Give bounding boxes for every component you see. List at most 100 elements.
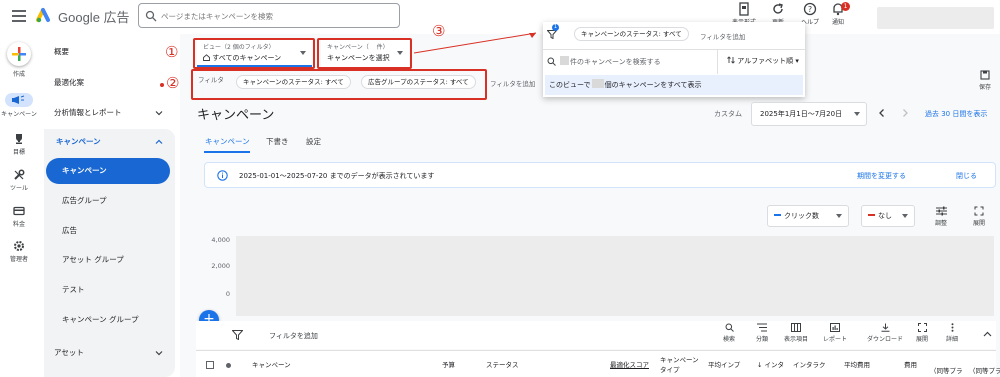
tool-label: 表示項目 [783, 336, 808, 343]
change-period-link[interactable]: 期間を変更する [857, 171, 906, 181]
add-filter-link[interactable]: フィルタを追加 [490, 78, 535, 88]
rail-goals[interactable]: 目標 [0, 133, 38, 156]
table-download-button[interactable]: ダウンロード [864, 323, 906, 343]
col-cost[interactable]: 費用 [904, 359, 917, 369]
date-range-select[interactable]: 2025年1月1日〜7月20日 [751, 102, 867, 126]
col-comparable-1[interactable]: （同等プラ [930, 365, 963, 375]
nav-insights[interactable]: 分析情報とレポート [40, 101, 175, 125]
sort-select[interactable]: アルファベット順 ▾ [727, 56, 799, 66]
tool-label: 展開 [915, 336, 928, 343]
nav-sub-asset-groups[interactable]: アセット グループ [46, 247, 170, 273]
rail-tools-label: ツール [9, 185, 28, 192]
past-30-days-link[interactable]: 過去 30 日間を表示 [925, 109, 987, 119]
nav-assets[interactable]: アセット [40, 341, 175, 365]
refresh-icon [773, 3, 783, 14]
chevron-down-icon [155, 351, 163, 356]
metric-select-primary[interactable]: クリック数 [767, 205, 849, 227]
metric2-caret-icon [902, 214, 908, 218]
filter-icon[interactable] [232, 330, 243, 340]
show-all-campaigns-option[interactable]: このビューで 個のキャンペーンをすべて表示 [545, 75, 803, 95]
rail-admin[interactable]: 管理者 [0, 240, 38, 263]
col-budget[interactable]: 予算 [442, 359, 455, 369]
col-opt-score[interactable]: 最適化スコア [610, 359, 649, 369]
popup-chip-campaign-status[interactable]: キャンペーンのステータス: すべて [574, 27, 689, 41]
tool-label: 詳細 [945, 336, 958, 343]
menu-icon[interactable] [12, 10, 26, 22]
rail-admin-label: 管理者 [9, 256, 28, 263]
chevron-left-icon[interactable] [876, 107, 888, 119]
nav-campaigns-group[interactable]: キャンペーン [40, 130, 175, 154]
account-info[interactable] [877, 7, 994, 29]
select-all-checkbox[interactable] [206, 361, 214, 369]
search-input[interactable] [161, 8, 391, 24]
chevron-right-icon[interactable] [899, 107, 911, 119]
table-search-button[interactable]: 検索 [712, 323, 746, 343]
nav-sub-campaign-groups[interactable]: キャンペーン グループ [46, 307, 170, 333]
metric1-caret-icon [836, 214, 842, 218]
expand-chart-button[interactable]: 展開 [964, 206, 994, 227]
tab-drafts[interactable]: 下書き [266, 136, 289, 147]
close-banner-link[interactable]: 閉じる [956, 171, 977, 181]
chevron-down-icon [155, 111, 163, 116]
rail-create-label: 作成 [12, 71, 25, 78]
banner-text: 2025-01-01～2025-07-20 までのデータが表示されています [239, 172, 435, 180]
show-all-suffix: 個のキャンペーンをすべて表示 [604, 81, 702, 89]
table-expand-button[interactable]: 展開 [905, 323, 939, 343]
table-columns-button[interactable]: 表示項目 [779, 323, 813, 343]
table-report-button[interactable]: レポート [818, 323, 852, 343]
chevron-up-icon[interactable] [983, 330, 992, 339]
columns-icon [791, 323, 801, 332]
tab-settings[interactable]: 設定 [306, 136, 321, 147]
search-icon [725, 323, 734, 332]
save-button[interactable]: 保存 [975, 70, 995, 91]
col-campaign[interactable]: キャンペーン [252, 359, 291, 369]
search-icon [547, 57, 556, 66]
col-avg-cost[interactable]: 平均費用 [844, 359, 870, 369]
popup-search-placeholder: 件のキャンペーンを検索する [570, 58, 661, 66]
col-comparable-2[interactable]: （同等プラ [969, 365, 1000, 375]
custom-label: カスタム [714, 110, 742, 118]
popup-search-row: 件のキャンペーンを検索する アルファベット順 ▾ [543, 49, 805, 74]
expand-icon [974, 206, 984, 216]
report-icon [830, 323, 840, 332]
nav-sub-ad-groups[interactable]: 広告グループ [46, 188, 170, 214]
col-avg-impr[interactable]: 平均インプ [708, 359, 740, 369]
col-status[interactable]: ステータス [486, 359, 519, 369]
recommendations-indicator [160, 83, 164, 87]
create-button[interactable] [7, 42, 31, 66]
popup-search-field[interactable]: 件のキャンペーンを検索する [559, 56, 661, 67]
rail-create[interactable]: 作成 [0, 42, 38, 78]
metric-select-secondary[interactable]: なし [861, 205, 915, 227]
status-dot-icon [226, 363, 231, 368]
svg-text:?: ? [808, 5, 812, 14]
redacted-count [591, 79, 604, 88]
nav-sub-experiments[interactable]: テスト [46, 277, 170, 303]
nav-sub-campaigns[interactable]: キャンペーン [46, 158, 170, 184]
search-box[interactable] [138, 3, 400, 28]
tab-campaigns[interactable]: キャンペーン [205, 136, 250, 147]
col-interactions[interactable]: ↓ インタ [757, 359, 784, 369]
sort-icon [727, 56, 735, 64]
rail-tools[interactable]: ツール [0, 169, 38, 192]
notification-button[interactable]: 1 通知 [821, 2, 855, 26]
popup-add-filter[interactable]: フィルタを追加 [700, 31, 745, 41]
tool-label: 分類 [755, 336, 768, 343]
highlight-box-3 [317, 38, 412, 69]
col-interaction-rate[interactable]: インタラク [793, 359, 826, 369]
table-add-filter[interactable]: フィルタを追加 [269, 331, 318, 341]
tool-label: レポート [822, 336, 847, 343]
table-segment-button[interactable]: 分類 [745, 323, 779, 343]
rail-billing[interactable]: 料金 [0, 205, 38, 228]
col-campaign-type[interactable]: キャンペーン タイプ [660, 354, 702, 374]
nav-assets-label: アセット [54, 348, 84, 357]
table-more-button[interactable]: 詳細 [935, 323, 969, 343]
nav-overview[interactable]: 概要 [40, 40, 175, 64]
metric2-swatch [868, 214, 875, 216]
rail-campaigns[interactable]: キャンペーン [0, 93, 38, 118]
filter-icon[interactable] [547, 30, 557, 39]
nav-sub-ads[interactable]: 広告 [46, 218, 170, 244]
adjust-button[interactable]: 調整 [926, 206, 956, 227]
help-icon: ? [803, 2, 817, 16]
divider [717, 50, 718, 74]
nav-recommendations[interactable]: 最適化案 [40, 71, 175, 95]
